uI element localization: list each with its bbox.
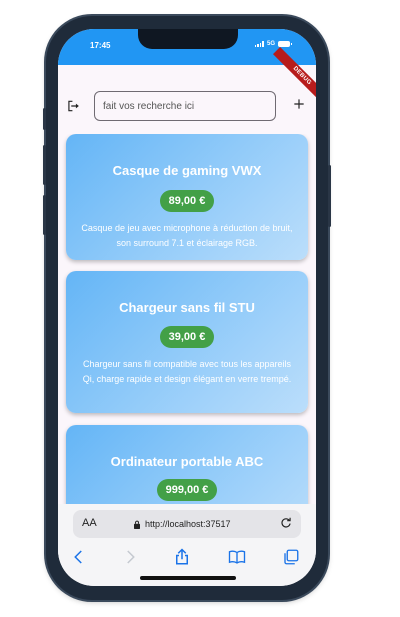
status-icons: 5G	[254, 41, 292, 47]
add-icon[interactable]	[292, 97, 306, 111]
app-header	[58, 89, 316, 125]
product-description: Chargeur sans fil compatible avec tous l…	[82, 359, 292, 384]
product-name: Casque de gaming VWX	[112, 163, 262, 178]
home-indicator	[140, 576, 236, 580]
bookmarks-icon[interactable]	[228, 548, 246, 566]
url-display[interactable]: http://localhost:37517	[133, 519, 231, 529]
reload-icon[interactable]	[279, 516, 293, 530]
forward-icon[interactable]	[121, 548, 139, 566]
search-field[interactable]	[94, 91, 276, 121]
url-text: http://localhost:37517	[145, 519, 231, 529]
product-price: 999,00 €	[156, 479, 218, 501]
network-label: 5G	[266, 41, 275, 47]
product-name: Ordinateur portable ABC	[110, 454, 264, 469]
tabs-icon[interactable]	[282, 548, 300, 566]
mute-switch	[43, 108, 46, 130]
aa-label: AA	[82, 517, 97, 529]
status-bar: 17:45 5G	[58, 29, 316, 65]
product-card[interactable]: Chargeur sans fil STU 39,00 € Chargeur s…	[66, 271, 308, 413]
address-bar[interactable]: AA http://localhost:37517	[73, 510, 301, 538]
product-card[interactable]: Casque de gaming VWX 89,00 € Casque de j…	[66, 134, 308, 260]
product-card[interactable]: Ordinateur portable ABC 999,00 €	[66, 425, 308, 504]
product-list[interactable]: Casque de gaming VWX 89,00 € Casque de j…	[58, 134, 316, 504]
reader-button[interactable]: AA	[82, 517, 97, 529]
browser-chrome: AA http://localhost:37517	[58, 504, 316, 586]
signal-icon	[254, 41, 264, 47]
back-icon[interactable]	[70, 548, 88, 566]
power-button	[328, 165, 331, 227]
product-price: 89,00 €	[159, 190, 215, 212]
search-input[interactable]	[95, 92, 275, 120]
logout-icon[interactable]	[66, 99, 80, 113]
share-icon[interactable]	[173, 548, 191, 566]
browser-toolbar	[58, 548, 316, 570]
product-name: Chargeur sans fil STU	[119, 300, 255, 315]
phone-screen: 17:45 5G DEBUG Casque de gaming VWX 89,0…	[58, 29, 316, 586]
product-description: Casque de jeu avec microphone à réductio…	[81, 223, 293, 248]
volume-down-button	[43, 195, 46, 235]
notch	[138, 29, 238, 49]
lock-icon	[134, 520, 140, 529]
volume-up-button	[43, 145, 46, 185]
product-price: 39,00 €	[159, 326, 215, 348]
status-time: 17:45	[90, 41, 111, 50]
